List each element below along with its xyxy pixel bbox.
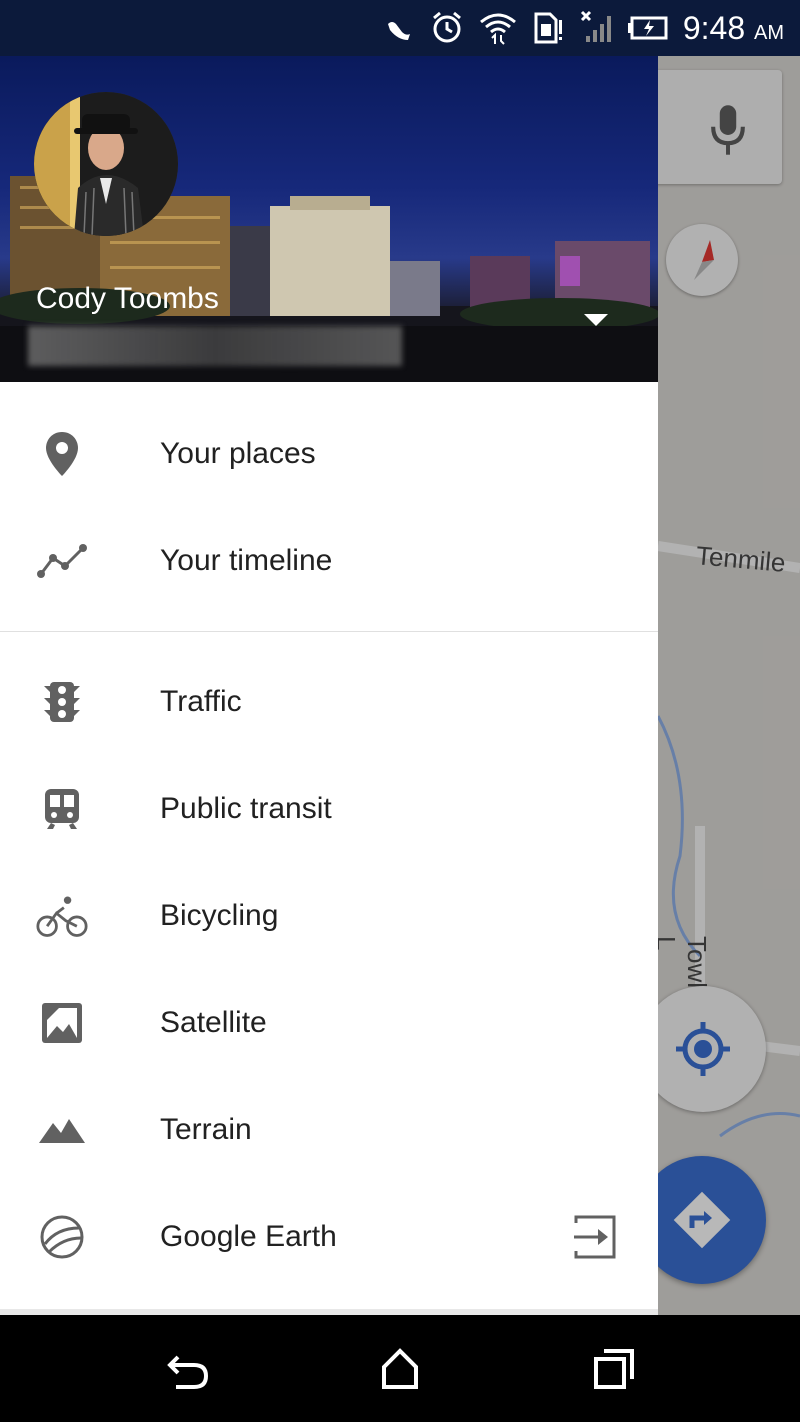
bicycle-icon [36,890,88,942]
menu-item-your-places[interactable]: Your places [0,400,658,507]
traffic-light-icon [36,676,88,728]
satellite-icon [36,997,88,1049]
clock-ampm: AM [754,22,784,44]
menu-item-label: Bicycling [160,898,279,932]
alarm-icon [433,11,461,43]
sim-icon [534,12,562,44]
avatar[interactable] [34,92,178,236]
menu-group-layers: Traffic Public transit Bicycling Satelli… [0,632,658,1290]
menu-item-label: Traffic [160,684,242,718]
menu-group-personal: Your places Your timeline [0,382,658,614]
menu-item-bicycling[interactable]: Bicycling [0,862,658,969]
back-icon[interactable] [164,1345,212,1393]
menu-item-label: Your places [160,436,316,470]
wifi-icon [480,13,516,45]
menu-item-traffic[interactable]: Traffic [0,648,658,755]
home-icon[interactable] [376,1345,424,1393]
menu-item-satellite[interactable]: Satellite [0,969,658,1076]
user-name: Cody Toombs [36,282,219,315]
navigation-drawer: Cody Toombs Your places Your timeline Tr… [0,56,658,1315]
system-nav-bar [0,1315,800,1422]
drawer-menu: Your places Your timeline Traffic Public… [0,382,658,1290]
status-bar: 9:48 AM [0,0,800,56]
open-external-icon[interactable] [570,1215,618,1259]
status-icons [382,8,672,46]
redacted-email [28,326,402,366]
account-header[interactable]: Cody Toombs [0,56,658,382]
status-clock: 9:48 AM [683,10,784,47]
account-dropdown-icon[interactable] [584,314,608,328]
missed-call-icon [388,22,410,40]
signal-off-icon [580,10,611,42]
menu-item-terrain[interactable]: Terrain [0,1076,658,1183]
menu-item-label: Terrain [160,1112,252,1146]
menu-item-label: Google Earth [160,1219,337,1253]
place-pin-icon [36,428,88,480]
transit-icon [36,783,88,835]
avatar-photo [34,92,178,236]
timeline-icon [36,535,88,587]
menu-item-label: Public transit [160,791,332,825]
recents-icon[interactable] [590,1345,638,1393]
battery-charging-icon [628,16,668,40]
menu-item-google-earth[interactable]: Google Earth [0,1183,658,1290]
google-earth-icon [36,1211,88,1263]
terrain-icon [36,1104,88,1156]
menu-item-public-transit[interactable]: Public transit [0,755,658,862]
menu-item-label: Satellite [160,1005,267,1039]
clock-time: 9:48 [682,10,746,46]
menu-item-your-timeline[interactable]: Your timeline [0,507,658,614]
menu-item-label: Your timeline [160,543,333,577]
